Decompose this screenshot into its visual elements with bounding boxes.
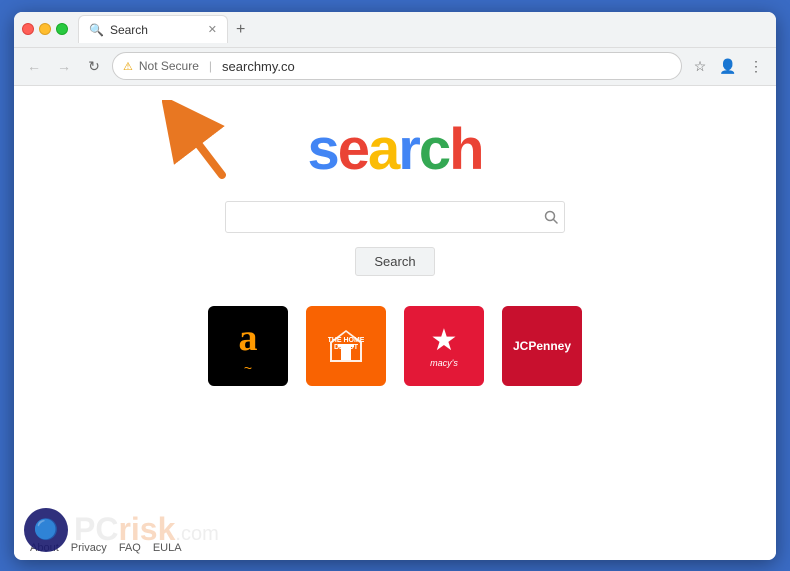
address-bar: ← → ↻ ⚠ Not Secure | searchmy.co ☆ 👤 ⋮ bbox=[14, 48, 776, 86]
search-input[interactable] bbox=[232, 209, 544, 225]
forward-button[interactable]: → bbox=[52, 54, 76, 78]
traffic-lights bbox=[22, 23, 68, 35]
bookmark-button[interactable]: ☆ bbox=[688, 54, 712, 78]
page-content: search Search a ~ bbox=[14, 86, 776, 560]
pcrisk-risk-text: risk bbox=[118, 511, 175, 547]
logo-letter-c: c bbox=[419, 117, 449, 182]
address-url: searchmy.co bbox=[222, 59, 295, 74]
maximize-button[interactable] bbox=[56, 23, 68, 35]
refresh-button[interactable]: ↻ bbox=[82, 54, 106, 78]
amazon-letter-a: a bbox=[239, 316, 258, 360]
tab-close-button[interactable]: ✕ bbox=[208, 23, 217, 36]
tab-favicon: 🔍 bbox=[89, 23, 104, 37]
pcrisk-logo-circle: 🔵 bbox=[24, 508, 68, 552]
pcrisk-watermark: 🔵 PCrisk.com bbox=[14, 500, 776, 560]
address-separator: | bbox=[209, 59, 212, 73]
jcpenney-text: JCPenney bbox=[513, 339, 571, 353]
logo-letter-h: h bbox=[449, 117, 482, 182]
minimize-button[interactable] bbox=[39, 23, 51, 35]
orange-arrow-annotation bbox=[162, 100, 252, 195]
jcpenney-logo[interactable]: JCPenney bbox=[502, 306, 582, 386]
logo-letter-r: r bbox=[398, 117, 419, 182]
active-tab[interactable]: 🔍 Search ✕ bbox=[78, 15, 228, 43]
logo-letter-a: a bbox=[368, 117, 398, 182]
macys-star: ★ bbox=[431, 323, 458, 358]
security-warning-icon: ⚠ bbox=[123, 60, 133, 73]
menu-button[interactable]: ⋮ bbox=[744, 54, 768, 78]
pcrisk-text: PCrisk.com bbox=[74, 511, 219, 548]
pcrisk-bug-icon: 🔵 bbox=[34, 517, 59, 542]
store-logos-row: a ~ THE HOME DEPOT ★ macy's bbox=[208, 306, 582, 386]
amazon-logo[interactable]: a ~ bbox=[208, 306, 288, 386]
back-button[interactable]: ← bbox=[22, 54, 46, 78]
macys-logo[interactable]: ★ macy's bbox=[404, 306, 484, 386]
logo-letter-e: e bbox=[338, 117, 368, 182]
close-button[interactable] bbox=[22, 23, 34, 35]
pcrisk-pc-text: PC bbox=[74, 511, 118, 547]
security-label: Not Secure bbox=[139, 59, 199, 73]
logo-letter-s: s bbox=[307, 117, 337, 182]
address-input-wrap[interactable]: ⚠ Not Secure | searchmy.co bbox=[112, 52, 682, 80]
search-button[interactable]: Search bbox=[355, 247, 434, 276]
search-icon-button[interactable] bbox=[544, 210, 558, 224]
browser-window: 🔍 Search ✕ + ← → ↻ ⚠ Not Secure | search… bbox=[14, 12, 776, 560]
macys-text: macy's bbox=[430, 358, 458, 368]
svg-text:THE HOME: THE HOME bbox=[328, 337, 364, 344]
new-tab-button[interactable]: + bbox=[230, 17, 251, 43]
tab-title: Search bbox=[110, 23, 148, 37]
amazon-smile: ~ bbox=[244, 360, 252, 376]
search-logo: search bbox=[307, 116, 482, 183]
title-bar: 🔍 Search ✕ + bbox=[14, 12, 776, 48]
search-box bbox=[225, 201, 565, 233]
svg-text:DEPOT: DEPOT bbox=[334, 344, 359, 351]
pcrisk-com-text: .com bbox=[175, 523, 218, 545]
homedepot-icon: THE HOME DEPOT bbox=[328, 328, 364, 364]
profile-button[interactable]: 👤 bbox=[716, 54, 740, 78]
homedepot-logo[interactable]: THE HOME DEPOT bbox=[306, 306, 386, 386]
tab-area: 🔍 Search ✕ + bbox=[78, 15, 768, 43]
address-actions: ☆ 👤 ⋮ bbox=[688, 54, 768, 78]
